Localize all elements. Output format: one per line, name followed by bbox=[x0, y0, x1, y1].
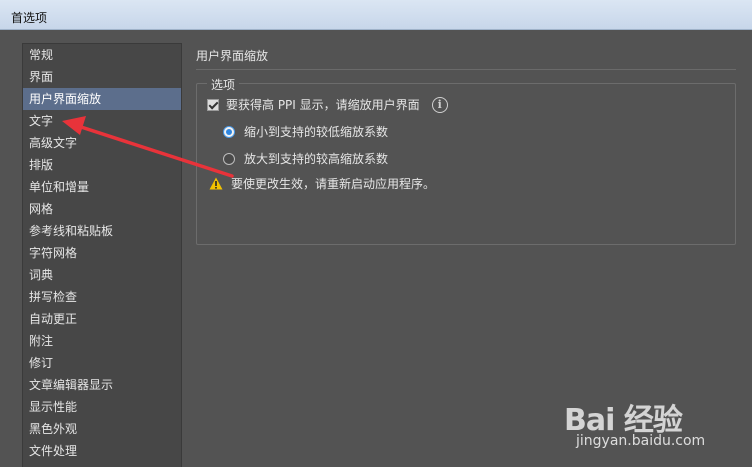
info-icon[interactable]: i bbox=[431, 96, 448, 113]
sidebar-item-track-changes[interactable]: 修订 bbox=[23, 352, 181, 374]
sidebar-item-display-performance[interactable]: 显示性能 bbox=[23, 396, 181, 418]
ui-scaling-panel: 用户界面缩放 选项 要获得高 PPI 显示，请缩放用户界面 i 缩小到支持的较低… bbox=[196, 47, 736, 245]
options-legend: 选项 bbox=[207, 76, 240, 93]
window-title: 首选项 bbox=[11, 11, 48, 25]
radio-shrink[interactable] bbox=[223, 125, 235, 138]
sidebar-item-story-editor-display[interactable]: 文章编辑器显示 bbox=[23, 374, 181, 396]
sidebar-item-units-increments[interactable]: 单位和增量 bbox=[23, 176, 181, 198]
sidebar-item-notes[interactable]: 附注 bbox=[23, 330, 181, 352]
watermark-url: jingyan.baidu.com bbox=[576, 433, 706, 449]
sidebar-item-general[interactable]: 常规 bbox=[23, 44, 181, 66]
warning-icon bbox=[209, 177, 223, 190]
sidebar-item-type[interactable]: 文字 bbox=[23, 110, 181, 132]
baidu-jingyan-watermark: Bai 经验 jingyan.baidu.com bbox=[564, 395, 724, 455]
radio-shrink-row: 缩小到支持的较低缩放系数 bbox=[223, 123, 388, 140]
sidebar-item-appearance-of-black[interactable]: 黑色外观 bbox=[23, 418, 181, 440]
options-group: 选项 要获得高 PPI 显示，请缩放用户界面 i 缩小到支持的较低缩放系数 放大… bbox=[196, 76, 736, 245]
radio-enlarge[interactable] bbox=[223, 152, 235, 165]
sidebar-item-spelling[interactable]: 拼写检查 bbox=[23, 286, 181, 308]
radio-enlarge-row: 放大到支持的较高缩放系数 bbox=[223, 150, 388, 167]
sidebar-item-ui-scaling[interactable]: 用户界面缩放 bbox=[23, 88, 181, 110]
hi-ppi-row: 要获得高 PPI 显示，请缩放用户界面 i bbox=[207, 96, 448, 113]
window-titlebar: 首选项 bbox=[0, 0, 752, 30]
sidebar-item-dictionary[interactable]: 词典 bbox=[23, 264, 181, 286]
sidebar-item-file-handling[interactable]: 文件处理 bbox=[23, 440, 181, 462]
sidebar-item-autocorrect[interactable]: 自动更正 bbox=[23, 308, 181, 330]
radio-enlarge-label[interactable]: 放大到支持的较高缩放系数 bbox=[244, 150, 388, 167]
sidebar-item-guides-pasteboard[interactable]: 参考线和粘贴板 bbox=[23, 220, 181, 242]
sidebar-item-interface[interactable]: 界面 bbox=[23, 66, 181, 88]
radio-shrink-label[interactable]: 缩小到支持的较低缩放系数 bbox=[244, 123, 388, 140]
hi-ppi-checkbox-label[interactable]: 要获得高 PPI 显示，请缩放用户界面 bbox=[226, 96, 420, 113]
sidebar-item-composition[interactable]: 排版 bbox=[23, 154, 181, 176]
page-title: 用户界面缩放 bbox=[196, 47, 736, 70]
preferences-sidebar: 常规 界面 用户界面缩放 文字 高级文字 排版 单位和增量 网格 参考线和粘贴板… bbox=[22, 43, 182, 467]
sidebar-item-grids[interactable]: 网格 bbox=[23, 198, 181, 220]
hi-ppi-checkbox[interactable] bbox=[207, 98, 219, 111]
restart-warning-text: 要使更改生效，请重新启动应用程序。 bbox=[231, 177, 436, 191]
restart-warning-row: 要使更改生效，请重新启动应用程序。 bbox=[209, 175, 435, 192]
sidebar-item-advanced-type[interactable]: 高级文字 bbox=[23, 132, 181, 154]
sidebar-item-frame-grid[interactable]: 字符网格 bbox=[23, 242, 181, 264]
